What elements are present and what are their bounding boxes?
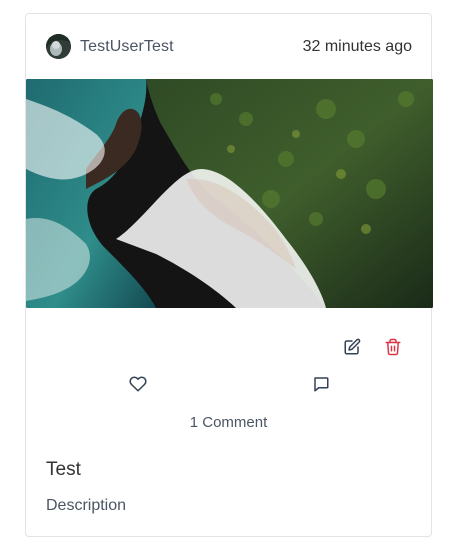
post-header: TestUserTest 32 minutes ago: [26, 14, 431, 80]
post-image[interactable]: [26, 79, 433, 308]
owner-actions: [26, 336, 431, 358]
heart-icon: [129, 376, 147, 392]
delete-button[interactable]: [382, 336, 404, 358]
comment-icon: [314, 377, 329, 392]
post-description: Description: [46, 497, 127, 514]
trash-icon: [385, 338, 401, 356]
comment-button[interactable]: [310, 373, 332, 395]
user-avatar[interactable]: [46, 34, 71, 59]
coastline-photo: [26, 79, 433, 308]
post-title: Test: [46, 459, 81, 480]
avatar-image: [46, 34, 71, 59]
username-link[interactable]: TestUserTest: [80, 37, 174, 57]
post-timestamp: 32 minutes ago: [302, 38, 412, 55]
post-card: TestUserTest 32 minutes ago 1 Comment Te…: [25, 13, 433, 537]
edit-button[interactable]: [341, 336, 363, 358]
edit-icon: [344, 338, 361, 355]
like-button[interactable]: [127, 373, 149, 395]
comments-count-link[interactable]: 1 Comment: [26, 414, 431, 432]
